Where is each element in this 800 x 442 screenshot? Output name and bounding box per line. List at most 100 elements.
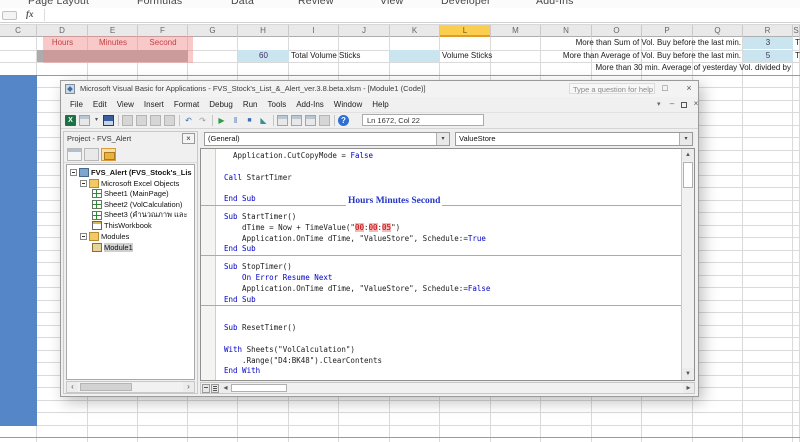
scroll-right-icon[interactable]: ▸	[683, 383, 694, 393]
help-dropdown-icon[interactable]: ▾	[657, 100, 661, 108]
run-icon[interactable]: ▶	[216, 115, 227, 126]
scroll-up-icon[interactable]: ▲	[682, 149, 694, 161]
redo-icon[interactable]: ↷	[197, 115, 208, 126]
code-horizontal-scrollbar[interactable]: ◂ ▸	[200, 382, 695, 394]
menu-run[interactable]: Run	[238, 97, 263, 112]
save-icon[interactable]	[103, 115, 114, 126]
mdi-close-button[interactable]: ×	[691, 99, 701, 110]
project-panel-close-button[interactable]: ×	[182, 133, 195, 144]
full-module-view-button[interactable]	[211, 384, 219, 393]
column-header-S[interactable]: S	[793, 25, 800, 37]
scrollbar-thumb[interactable]	[231, 384, 287, 392]
properties-window-icon[interactable]	[291, 115, 302, 126]
code-line[interactable]: Application.CutCopyMode = False	[224, 151, 681, 162]
project-tree-item-module1[interactable]: Module1	[67, 242, 194, 253]
code-line[interactable]: Call StartTimer	[224, 173, 681, 184]
menu-tools[interactable]: Tools	[263, 97, 292, 112]
procedure-dropdown[interactable]: ValueStore ▾	[455, 132, 693, 146]
column-header-L[interactable]: L	[440, 25, 491, 37]
cell-S1[interactable]: T	[793, 37, 800, 49]
code-line[interactable]: Sub StopTimer()	[224, 262, 681, 273]
code-line[interactable]: On Error Resume Next	[224, 273, 681, 284]
code-line[interactable]: End Sub	[224, 295, 681, 306]
cell-IJ2[interactable]: Total Volume Sticks	[289, 50, 390, 62]
project-tree-item-microsoft[interactable]: Microsoft Excel Objects	[67, 178, 194, 189]
code-line[interactable]: End With	[224, 366, 681, 377]
cell-K2[interactable]	[390, 49, 440, 62]
code-line[interactable]: Application.OnTime dTime, "ValueStore", …	[224, 284, 681, 295]
copy-icon[interactable]	[136, 115, 147, 126]
dropdown-arrow-icon[interactable]: ▾	[93, 115, 100, 126]
mdi-restore-button[interactable]	[681, 100, 691, 108]
column-header-G[interactable]: G	[188, 25, 238, 37]
menu-edit[interactable]: Edit	[88, 97, 112, 112]
paste-icon[interactable]	[150, 115, 161, 126]
column-header-H[interactable]: H	[238, 25, 289, 37]
cell-H2[interactable]: 60	[238, 49, 289, 62]
code-line[interactable]: With Sheets("VolCalculation")	[224, 345, 681, 356]
column-header-K[interactable]: K	[390, 25, 440, 37]
formula-bar[interactable]: fx	[0, 8, 800, 23]
mdi-minimize-button[interactable]: –	[667, 99, 677, 110]
project-tree-item-fvs-alert[interactable]: FVS_Alert (FVS_Stock's_Lis	[67, 167, 194, 178]
view-object-button[interactable]	[84, 148, 99, 161]
design-mode-icon[interactable]: ◣	[258, 115, 269, 126]
ribbon-tab-data[interactable]: Data	[231, 0, 254, 7]
menu-view[interactable]: View	[112, 97, 139, 112]
scroll-down-icon[interactable]: ▼	[682, 368, 694, 380]
help-search-input[interactable]: Type a question for help	[569, 83, 655, 94]
collapse-icon[interactable]	[80, 232, 87, 240]
project-tree-item-sheet3[interactable]: Sheet3 (คำนวณภาพ และ	[67, 210, 194, 221]
cell-MQ1[interactable]: More than Sum of Vol. Buy before the las…	[491, 37, 743, 49]
scroll-left-icon[interactable]: ‹	[67, 382, 78, 392]
view-object-icon[interactable]	[79, 115, 90, 126]
view-code-button[interactable]	[67, 148, 82, 161]
scrollbar-thumb[interactable]	[80, 383, 132, 391]
help-icon[interactable]: ?	[338, 115, 349, 126]
ribbon-tab-view[interactable]: View	[380, 0, 403, 7]
column-header-M[interactable]: M	[491, 25, 541, 37]
collapse-icon[interactable]	[80, 179, 87, 187]
ribbon-tab-review[interactable]: Review	[298, 0, 334, 7]
ribbon-tab-page-layout[interactable]: Page Layout	[28, 0, 89, 7]
code-line[interactable]: End Sub	[224, 244, 681, 255]
chevron-down-icon[interactable]: ▾	[679, 133, 692, 145]
project-tree-item-sheet1[interactable]: Sheet1 (MainPage)	[67, 188, 194, 199]
menu-debug[interactable]: Debug	[204, 97, 238, 112]
code-line[interactable]	[224, 162, 681, 173]
cell-L2[interactable]: Volume Sticks	[440, 50, 492, 62]
column-header-O[interactable]: O	[592, 25, 642, 37]
cell-R1[interactable]: 3	[743, 37, 793, 49]
maximize-button[interactable]: □	[655, 81, 675, 97]
project-tree-item-modules[interactable]: Modules	[67, 231, 194, 242]
column-header-J[interactable]: J	[339, 25, 390, 37]
procedure-view-button[interactable]	[202, 384, 210, 393]
column-header-P[interactable]: P	[642, 25, 693, 37]
column-header-Q[interactable]: Q	[693, 25, 743, 37]
menu-file[interactable]: File	[65, 97, 88, 112]
column-header-C[interactable]: C	[0, 25, 37, 37]
code-line[interactable]: Application.OnTime dTime, "ValueStore", …	[224, 234, 681, 245]
code-lines[interactable]: Application.CutCopyMode = False Call Star…	[201, 149, 681, 380]
column-header-I[interactable]: I	[289, 25, 339, 37]
code-vertical-scrollbar[interactable]: ▲ ▼	[681, 149, 694, 380]
scroll-right-icon[interactable]: ›	[183, 382, 194, 392]
code-line[interactable]: Sub ResetTimer()	[224, 323, 681, 334]
menu-insert[interactable]: Insert	[139, 97, 169, 112]
project-explorer-icon[interactable]	[277, 115, 288, 126]
project-tree-item-thisworkbook[interactable]: ThisWorkbook	[67, 220, 194, 231]
code-line[interactable]: dTime = Now + TimeValue("00:00:05")	[224, 222, 681, 234]
code-line[interactable]: End Sub	[224, 194, 681, 205]
cut-icon[interactable]	[122, 115, 133, 126]
column-header-R[interactable]: R	[743, 25, 793, 37]
column-header-N[interactable]: N	[541, 25, 592, 37]
collapse-icon[interactable]	[70, 168, 77, 176]
code-line[interactable]: Sub StartTimer()	[224, 212, 681, 223]
name-box[interactable]	[2, 11, 17, 20]
object-dropdown[interactable]: (General) ▾	[204, 132, 450, 146]
chevron-down-icon[interactable]: ▾	[436, 133, 449, 145]
scrollbar-thumb[interactable]	[683, 162, 693, 188]
code-editor[interactable]: Application.CutCopyMode = False Call Star…	[200, 148, 695, 381]
project-horizontal-scrollbar[interactable]: ‹ ›	[66, 381, 195, 393]
menu-add-ins[interactable]: Add-Ins	[291, 97, 329, 112]
